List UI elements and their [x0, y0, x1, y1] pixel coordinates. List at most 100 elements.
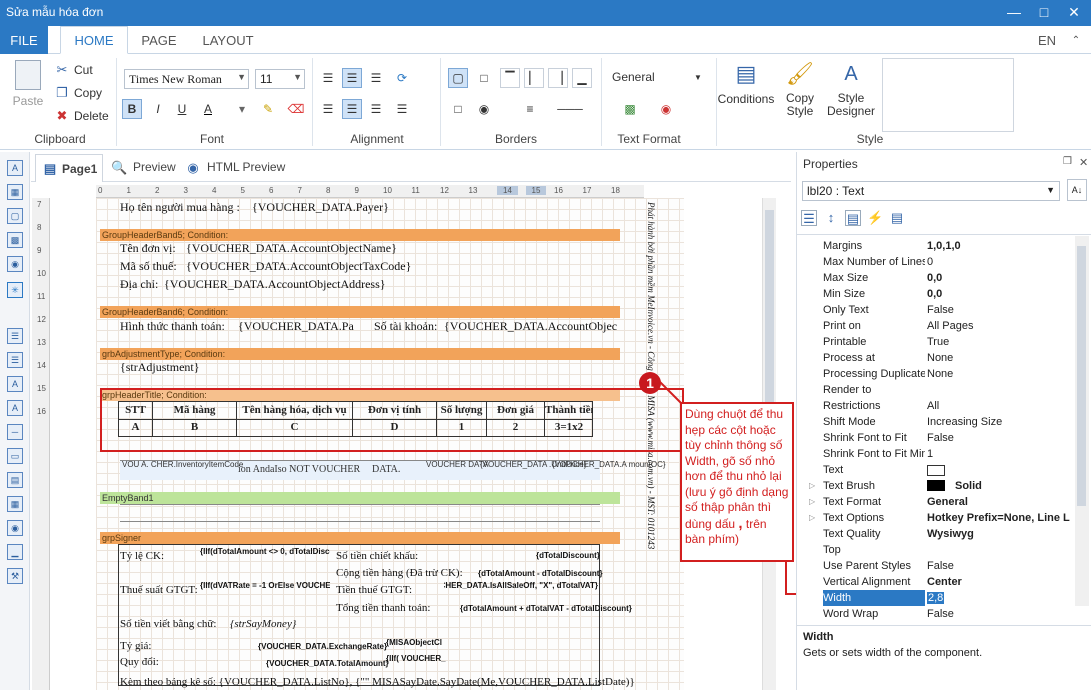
property-value[interactable]: None	[927, 350, 1077, 366]
property-value[interactable]: All Pages	[927, 318, 1077, 334]
italic-button[interactable]: I	[148, 99, 168, 119]
tab-home[interactable]: HOME	[60, 26, 128, 54]
property-value[interactable]: General	[927, 494, 1077, 510]
band-group-header-5[interactable]: GroupHeaderBand5; Condition:	[100, 229, 620, 241]
vat-label[interactable]: Tiền thuế GTGT:	[336, 584, 412, 596]
property-row[interactable]: Word Wrap False	[805, 606, 1075, 622]
detail-code[interactable]: VOU A. CHER.InventoryItemCode	[122, 460, 243, 469]
property-row[interactable]: Use Parent Styles False	[805, 558, 1075, 574]
discount-rate-expr[interactable]: {IIf(dTotalAmount <> 0, dTotalDiscount/d…	[200, 547, 330, 556]
align-bottom-icon[interactable]: ☰	[366, 68, 386, 88]
payment-value[interactable]: {VOUCHER_DATA.Pa	[238, 319, 354, 334]
band-empty[interactable]: EmptyBand1	[100, 492, 620, 504]
minimize-button[interactable]: —	[1000, 0, 1028, 24]
bold-button[interactable]: B	[122, 99, 142, 119]
property-value[interactable]: 1,0,1,0	[927, 238, 1077, 254]
property-value[interactable]: Solid	[955, 478, 1091, 494]
delete-button[interactable]: ✖ Delete	[54, 108, 109, 124]
align-right-icon[interactable]: ☰	[366, 99, 386, 119]
width-value-highlight[interactable]: 2,8	[927, 592, 945, 604]
border-style-icon[interactable]: ───	[552, 99, 588, 119]
pages-icon[interactable]: ▤	[889, 210, 905, 226]
close-button[interactable]: ✕	[1060, 0, 1088, 24]
style-designer-button[interactable]: A Style Designer	[826, 60, 876, 118]
toolbox-panel-icon[interactable]: ▢	[7, 208, 23, 224]
fill-color-icon[interactable]: ◉	[474, 99, 494, 119]
grand-total-label[interactable]: Tổng tiền thanh toán:	[336, 602, 430, 614]
design-canvas[interactable]: Họ tên người mua hàng : {VOUCHER_DATA.Pa…	[50, 198, 778, 690]
pin-icon[interactable]: ❒	[1063, 156, 1072, 167]
property-row[interactable]: Shrink Font to Fit False	[805, 430, 1075, 446]
property-row[interactable]: Shrink Font to Fit Minimum1	[805, 446, 1075, 462]
property-value[interactable]: Increasing Size	[927, 414, 1077, 430]
expand-icon[interactable]: ▷	[809, 510, 815, 526]
buyer-value[interactable]: {VOUCHER_DATA.Payer}	[252, 200, 389, 215]
buyer-label[interactable]: Họ tên người mua hàng :	[120, 200, 240, 215]
payment-label[interactable]: Hình thức thanh toán:	[120, 319, 225, 334]
toolbox-picture-icon[interactable]: ◉	[7, 520, 23, 536]
property-value[interactable]	[927, 462, 1077, 478]
close-panel-icon[interactable]: ✕	[1079, 156, 1088, 169]
account-value[interactable]: {VOUCHER_DATA.AccountObjec	[444, 319, 617, 334]
expand-icon[interactable]: ▷	[809, 478, 815, 494]
underline-button[interactable]: U	[172, 99, 192, 119]
detail-name[interactable]: ion AndaIso NOT VOUCHER	[238, 464, 360, 475]
exchange-rate-value[interactable]: {VOUCHER_DATA.ExchangeRate}	[258, 642, 387, 651]
property-row[interactable]: Render to	[805, 382, 1075, 398]
toolbox-puzzle-icon[interactable]: ✳	[7, 282, 23, 298]
property-row[interactable]: Printable True	[805, 334, 1075, 350]
property-value[interactable]: Hotkey Prefix=None, Line L	[927, 510, 1077, 526]
collapse-ribbon-icon[interactable]: ⌃	[1064, 26, 1088, 54]
toolbox-bar-chart-icon[interactable]: ▁	[7, 544, 23, 560]
conversion-label[interactable]: Quy đổi:	[120, 656, 159, 668]
eraser-icon[interactable]: ⌫	[286, 99, 306, 119]
language-selector[interactable]: EN	[1032, 26, 1062, 54]
property-row[interactable]: ▷ Text Options Hotkey Prefix=None, Line L	[805, 510, 1075, 526]
object-selector[interactable]: lbl20 : Text ▼	[802, 181, 1060, 201]
property-row[interactable]: ▷ Text Brush Solid	[805, 478, 1075, 494]
justify-icon[interactable]: ☰	[392, 99, 412, 119]
property-row[interactable]: Only Text False	[805, 302, 1075, 318]
property-value[interactable]: False	[927, 558, 1077, 574]
font-size-select[interactable]: 11 ▼	[255, 69, 305, 89]
font-color-button[interactable]: A	[198, 99, 218, 119]
align-top-icon[interactable]: ☰	[318, 68, 338, 88]
tax-value[interactable]: {VOUCHER_DATA.AccountObjectTaxCode}	[186, 259, 411, 274]
border-width-icon[interactable]: ≡	[520, 99, 540, 119]
property-row[interactable]: Vertical Alignment Center	[805, 574, 1075, 590]
bottom-border-icon[interactable]: ▁	[572, 68, 592, 88]
no-borders-icon[interactable]: □	[474, 68, 494, 88]
property-value[interactable]: 1	[927, 446, 1077, 462]
toolbox-label-icon[interactable]: A	[7, 160, 23, 176]
style-gallery[interactable]	[882, 58, 1014, 132]
property-value[interactable]: True	[927, 334, 1077, 350]
tab-page[interactable]: PAGE	[134, 26, 184, 54]
property-row[interactable]: Text	[805, 462, 1075, 478]
empty-row[interactable]	[120, 504, 600, 522]
toolbox-tools-icon[interactable]: ⚒	[7, 568, 23, 584]
property-value[interactable]: 0	[927, 254, 1077, 270]
property-row[interactable]: Shift Mode Increasing Size	[805, 414, 1075, 430]
border-box-icon[interactable]: □	[448, 99, 468, 119]
tab-html-preview[interactable]: ◉ HTML Preview	[185, 160, 285, 176]
property-row[interactable]: Max Number of Lines 0	[805, 254, 1075, 270]
cut-button[interactable]: ✂ Cut	[54, 62, 93, 78]
expand-icon[interactable]: ▷	[809, 494, 815, 510]
property-row[interactable]: Text Quality Wysiwyg	[805, 526, 1075, 542]
left-border-icon[interactable]: ▏	[524, 68, 544, 88]
adjustment-value[interactable]: {strAdjustment}	[120, 360, 200, 375]
toolbox-image-icon[interactable]: ◉	[7, 256, 23, 272]
sort-az-icon[interactable]: A↓	[1067, 179, 1087, 201]
font-color-dropdown-icon[interactable]: ▾	[232, 99, 252, 119]
properties-icon[interactable]: ▤	[845, 210, 861, 226]
discount-amount[interactable]: {dTotalDiscount}	[536, 551, 600, 560]
property-value[interactable]: 2,8	[927, 590, 1077, 606]
exchange-rate-ms[interactable]: {MISAObjectCl	[386, 638, 442, 647]
color-swatch[interactable]	[927, 464, 945, 476]
property-scroll-thumb[interactable]	[1077, 246, 1086, 506]
toolbox-richtext-icon[interactable]: A	[7, 400, 23, 416]
grand-total-expr[interactable]: {dTotalAmount + dTotalVAT - dTotalDiscou…	[460, 604, 632, 613]
discount-amount-label[interactable]: Số tiền chiết khấu:	[336, 550, 418, 562]
property-row[interactable]: Width 2,8	[805, 590, 1077, 606]
band-group-header-6[interactable]: GroupHeaderBand6; Condition:	[100, 306, 620, 318]
